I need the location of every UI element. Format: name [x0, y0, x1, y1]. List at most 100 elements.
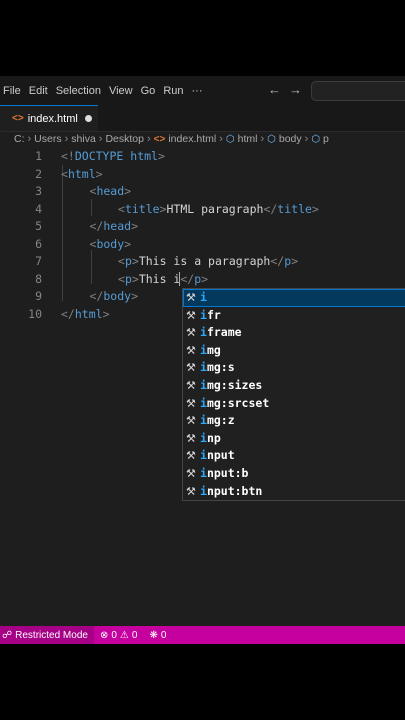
menu-more[interactable]: ···: [185, 85, 210, 97]
line-number: 4: [35, 201, 42, 216]
chevron-right-icon: ›: [64, 133, 69, 145]
code-token: >: [131, 219, 138, 233]
suggestion-item[interactable]: ⚒ img: [183, 342, 405, 360]
code-content: <html>: [61, 166, 103, 183]
code-token: p: [124, 271, 132, 286]
indent-guide: [91, 250, 92, 284]
wrench-icon: ⚒: [186, 291, 196, 304]
shield-icon: ☍: [2, 629, 13, 641]
code-token: <!: [61, 149, 75, 163]
suggestion-rest: mg:s: [206, 360, 235, 375]
suggestion-item[interactable]: ⚒ img:z: [183, 412, 405, 430]
line-number: 6: [35, 236, 42, 251]
vscode-window: File Edit Selection View Go Run ··· ← → …: [0, 76, 405, 644]
unsaved-dot-icon[interactable]: [84, 115, 92, 122]
code-token: body: [103, 289, 132, 303]
suggestion-item[interactable]: ⚒ inp: [183, 430, 405, 448]
suggestion-item[interactable]: ⚒ img:sizes: [183, 377, 405, 395]
code-token: </: [61, 306, 75, 321]
code-token: </: [89, 289, 104, 303]
html-file-icon: <>: [153, 133, 166, 145]
crumb-file[interactable]: index.html: [168, 133, 216, 145]
suggestion-match: i: [200, 483, 207, 498]
suggestion-label: input: [200, 447, 235, 465]
forward-arrow-icon[interactable]: →: [289, 82, 302, 97]
tab-bar: <> index.html: [0, 105, 405, 132]
broadcast-icon: ❋: [149, 629, 158, 641]
crumb-desktop[interactable]: Desktop: [105, 133, 144, 145]
line-number: 2: [35, 166, 42, 181]
suggestion-label: img:sizes: [200, 377, 262, 395]
restricted-mode-indicator[interactable]: ☍ Restricted Mode: [0, 626, 94, 644]
suggestion-rest: nput:btn: [206, 483, 263, 498]
crumb-drive[interactable]: C:: [14, 133, 25, 145]
suggestion-item[interactable]: ⚒ ifr: [183, 307, 405, 325]
code-token: >: [291, 254, 299, 268]
suggestion-label: img:srcset: [200, 395, 269, 413]
menu-selection[interactable]: Selection: [49, 85, 108, 97]
suggestion-item[interactable]: ⚒ img:srcset: [183, 395, 405, 413]
crumb-html[interactable]: html: [238, 133, 258, 145]
wrench-icon: ⚒: [186, 449, 196, 463]
code-content: <title>HTML paragraph</title>: [118, 201, 319, 218]
code-token: HTML paragraph: [166, 201, 264, 216]
suggestion-label: ifr: [200, 307, 221, 325]
code-token: This is a paragraph: [138, 254, 271, 268]
code-token: >: [311, 201, 319, 216]
command-center-search[interactable]: [311, 81, 405, 101]
suggestion-item[interactable]: ⚒ img:s: [183, 359, 405, 377]
suggestion-rest: nput:b: [206, 466, 249, 480]
problems-indicator[interactable]: ⊗ 0 ⚠ 0: [100, 630, 137, 641]
tab-index-html[interactable]: <> index.html: [0, 105, 98, 131]
ports-indicator[interactable]: ❋ 0: [149, 630, 166, 641]
warning-icon: ⚠: [119, 629, 129, 641]
suggestion-rest: mg:z: [206, 413, 235, 428]
code-token: >: [131, 271, 139, 286]
indent-guide: [62, 165, 63, 301]
suggestion-rest: mg:srcset: [206, 395, 270, 410]
breadcrumb: C: › Users › shiva › Desktop › <> index.…: [14, 132, 329, 146]
code-token: html: [74, 306, 103, 321]
line-number: 7: [35, 254, 42, 268]
wrench-icon: ⚒: [186, 396, 196, 410]
html-file-icon: <>: [12, 113, 24, 124]
crumb-p[interactable]: p: [323, 133, 329, 145]
suggestion-item[interactable]: ⚒ iframe: [183, 324, 405, 342]
code-token: title: [277, 201, 312, 216]
line-number: 1: [35, 149, 42, 163]
wrench-icon: ⚒: [186, 379, 196, 392]
code-content: <body>: [90, 236, 132, 253]
error-icon: ⊗: [99, 629, 109, 641]
suggestion-item[interactable]: ⚒ input:b: [183, 465, 405, 483]
chevron-right-icon: ›: [98, 133, 103, 145]
code-token: >: [201, 271, 209, 286]
code-token: DOCTYPE: [74, 149, 124, 163]
chevron-right-icon: ›: [146, 133, 151, 145]
suggestion-label: img:s: [200, 359, 235, 377]
suggestion-item[interactable]: ⚒iEn: [183, 289, 405, 307]
code-token: </: [180, 271, 195, 286]
suggestion-rest: mg: [206, 342, 221, 357]
suggestion-label: img: [200, 342, 221, 360]
suggestion-match: i: [200, 325, 207, 340]
suggestion-match: i: [200, 413, 207, 428]
wrench-icon: ⚒: [186, 361, 196, 375]
crumb-users[interactable]: Users: [34, 133, 61, 145]
code-content: <p>This i</p>: [118, 271, 208, 288]
suggestion-item[interactable]: ⚒ input:btn: [183, 483, 405, 501]
suggestion-rest: np: [206, 430, 221, 445]
crumb-user[interactable]: shiva: [71, 133, 96, 145]
line-number: 5: [35, 219, 42, 233]
suggestion-match: i: [200, 448, 207, 463]
code-token: >: [159, 201, 167, 216]
code-token: </: [89, 219, 104, 233]
crumb-body[interactable]: body: [279, 133, 302, 145]
code-token: html: [67, 166, 96, 181]
autocomplete-suggestions: ⚒iEn⚒ifr⚒iframe⚒img⚒img:s⚒img:sizes⚒img:…: [182, 288, 405, 501]
ports-count: 0: [160, 629, 167, 641]
suggestion-label: img:z: [200, 412, 235, 430]
back-arrow-icon[interactable]: ←: [268, 82, 281, 97]
code-token: html: [130, 149, 158, 163]
code-token: </: [263, 201, 278, 216]
suggestion-item[interactable]: ⚒ input: [183, 447, 405, 465]
